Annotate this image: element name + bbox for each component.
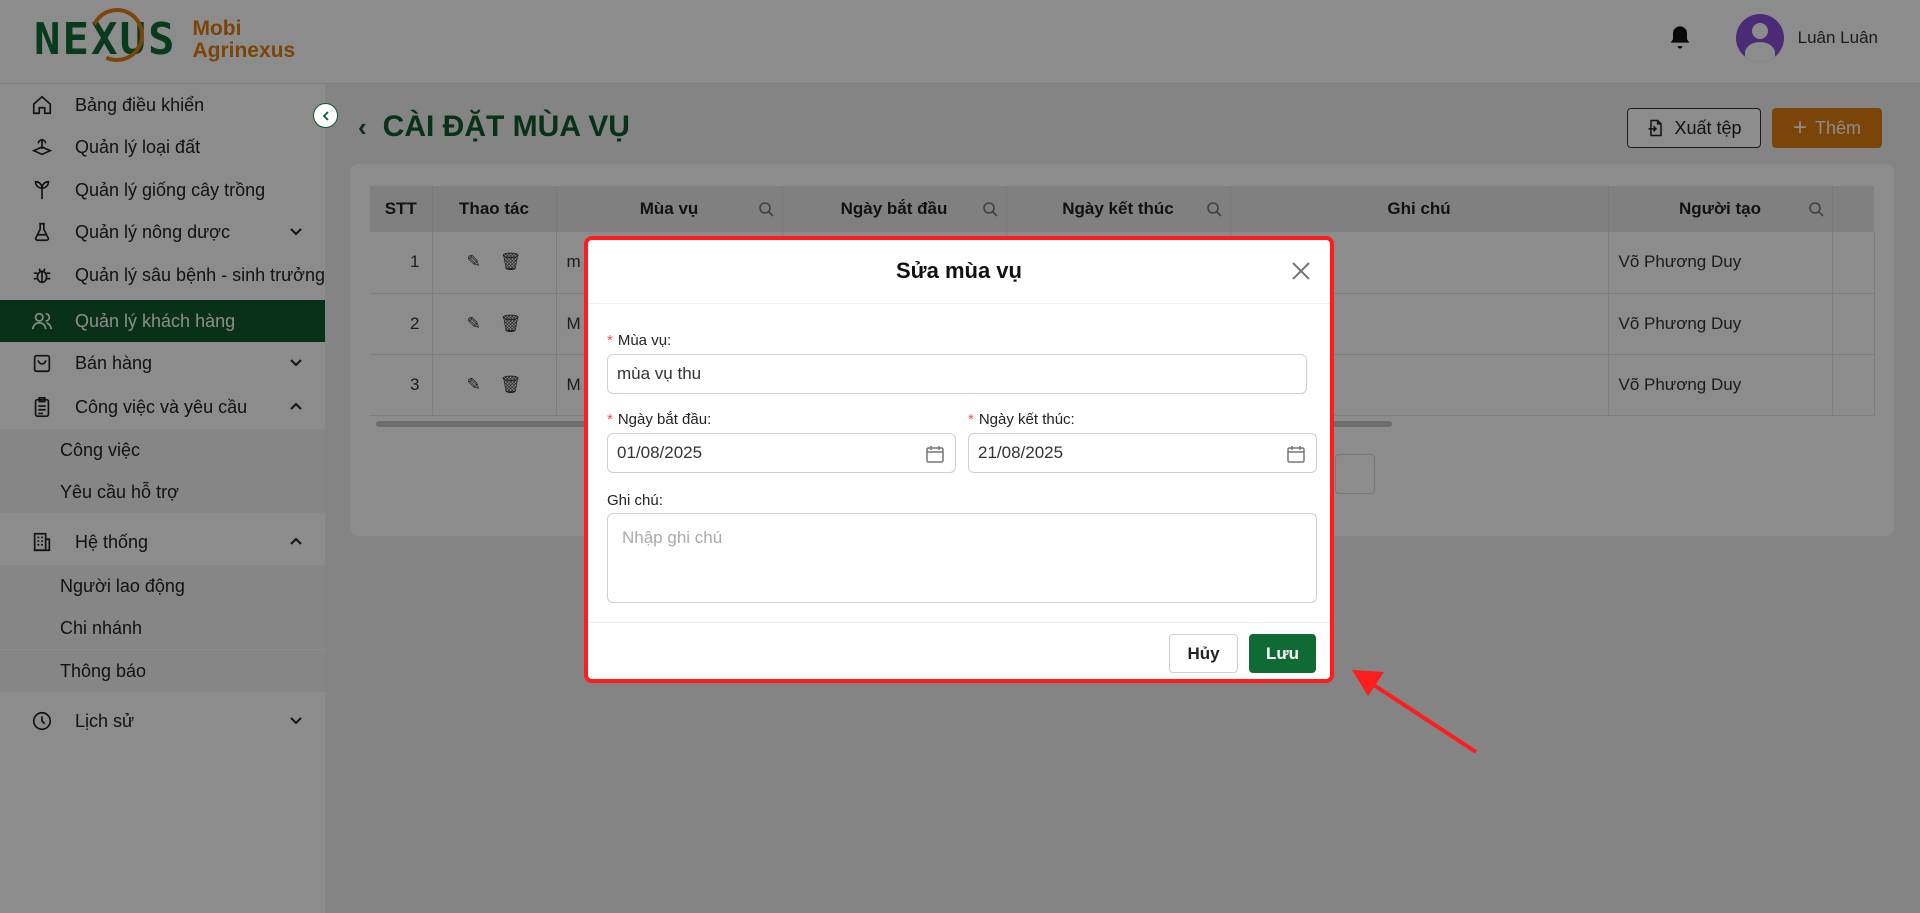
- end-date-label: * Ngày kết thúc:: [968, 411, 1075, 428]
- modal-header: Sửa mùa vụ: [588, 240, 1330, 304]
- season-label-text: Mùa vụ:: [617, 332, 672, 349]
- note-textarea[interactable]: Nhập ghi chú: [607, 513, 1317, 603]
- cancel-button[interactable]: Hủy: [1169, 634, 1238, 673]
- note-label: Ghi chú:: [607, 492, 663, 509]
- start-date-label-text: Ngày bắt đầu:: [617, 411, 712, 428]
- end-date-input[interactable]: 21/08/2025: [968, 433, 1317, 473]
- chevron-left-icon: [322, 110, 329, 121]
- start-date-label: * Ngày bắt đầu:: [607, 411, 711, 428]
- annotation-arrow-icon: [1352, 670, 1478, 754]
- start-date-value: 01/08/2025: [617, 443, 703, 462]
- season-input[interactable]: mùa vụ thu: [607, 354, 1307, 394]
- required-mark: *: [607, 411, 613, 428]
- collapse-sidebar-button[interactable]: [313, 103, 338, 128]
- required-mark: *: [968, 411, 974, 428]
- modal-title: Sửa mùa vụ: [896, 258, 1022, 283]
- end-date-value: 21/08/2025: [978, 443, 1064, 462]
- required-mark: *: [607, 332, 613, 349]
- save-button[interactable]: Lưu: [1249, 634, 1316, 673]
- calendar-icon[interactable]: [925, 444, 945, 464]
- calendar-icon[interactable]: [1286, 444, 1306, 464]
- season-label: * Mùa vụ:: [607, 332, 671, 349]
- end-date-label-text: Ngày kết thúc:: [978, 411, 1075, 428]
- note-placeholder: Nhập ghi chú: [622, 528, 723, 547]
- close-icon[interactable]: [1290, 260, 1312, 282]
- edit-season-modal: Sửa mùa vụ * Mùa vụ: mùa vụ thu * Ngày bắt…: [584, 236, 1334, 683]
- start-date-input[interactable]: 01/08/2025: [607, 433, 956, 473]
